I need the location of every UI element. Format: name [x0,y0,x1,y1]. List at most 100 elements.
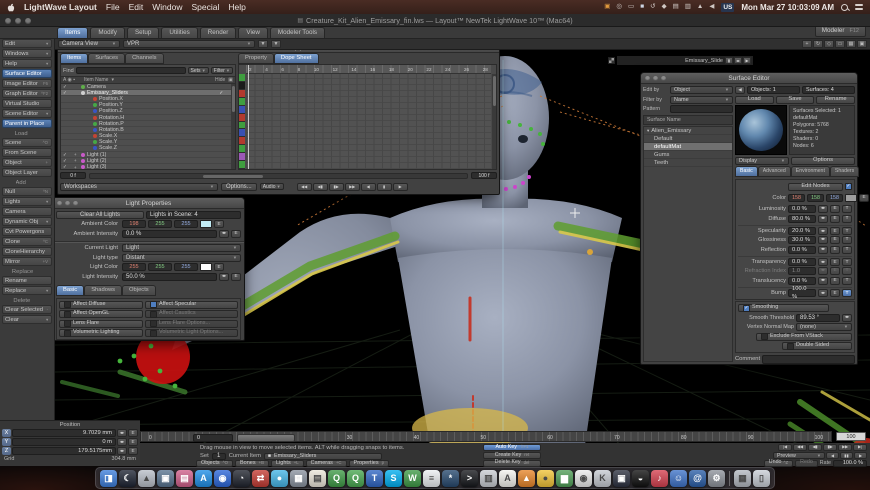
view-option-button[interactable]: ▼ [271,40,281,48]
rename-button[interactable]: Rename [816,96,855,104]
param-field[interactable]: 1.0 [788,267,816,275]
light-toggle-right[interactable]: Affect Caustics [145,310,238,318]
sidebar-item[interactable]: Load [2,130,52,137]
files-app-icon[interactable]: ▥ [480,470,497,487]
coordinate-field[interactable]: 0 m [12,438,116,446]
stepper-button[interactable]: ◂▸ [818,246,828,254]
stepper-button[interactable]: ◂▸ [117,429,127,437]
smooth-threshold-field[interactable]: 89.53 ° [796,314,840,322]
stepper-button[interactable]: ◂▸ [117,438,127,446]
visibility-check[interactable]: ✓ [63,152,72,158]
toolbar-tab[interactable]: Utilities [161,27,197,38]
expander-icon[interactable]: + [74,165,79,169]
param-field[interactable]: 0.0 % [788,246,816,254]
texture-button[interactable]: T [842,205,852,213]
shield-icon[interactable]: ◎ [616,0,622,14]
transport-button[interactable]: ▶▶ [345,183,360,191]
vertical-scrollbar[interactable] [492,74,496,169]
smoothing-toggle[interactable]: ✓ Smoothing [738,304,829,312]
stepper-button[interactable]: ◂▸ [818,236,828,244]
texture-button[interactable]: T [842,258,852,266]
auto-key-button[interactable]: Auto Key⇧F1 [483,444,541,451]
workspaces-dropdown[interactable]: Workspaces▼ [60,183,218,191]
panel-titlebar[interactable]: Light Properties [53,198,244,209]
app-badge-icon[interactable]: ▣ [604,0,610,14]
coordinate-field[interactable]: 9.7029 mm [12,429,116,437]
vertical-scrollbar[interactable] [231,84,235,169]
options-button[interactable]: Options... [221,183,257,191]
transport-button[interactable]: ◀◀ [793,444,807,451]
envelope-button[interactable]: E [214,263,224,271]
checkbox[interactable] [150,330,157,337]
volume-icon[interactable]: ◀ [709,0,714,14]
envelope-button[interactable]: E [830,215,840,223]
color-swatch[interactable] [845,194,857,202]
cyberduck-icon[interactable]: ● [537,470,554,487]
sidebar-item[interactable]: Camera [2,207,52,216]
vlc-icon[interactable]: ▲ [518,470,535,487]
key-cell[interactable] [239,161,245,169]
color-b-field[interactable]: 158 [826,194,843,202]
preview-dropdown[interactable]: Preview▼ [773,452,825,459]
transport-button[interactable]: ▶▶ [838,444,852,451]
light-b-field[interactable]: 255 [174,263,198,271]
transport-button[interactable]: ◀ [361,183,376,191]
surface-editor-tab[interactable]: Advanced [758,166,791,177]
light-type-dropdown[interactable]: Distant▼ [122,254,241,262]
param-field[interactable]: 80.0 % [788,215,816,223]
sidebar-item[interactable]: Graph Editor ^F2 [2,89,52,98]
keychain-icon[interactable]: K [594,470,611,487]
redo-button[interactable]: Redo [795,460,818,467]
sidebar-item[interactable]: Image Editor F6 [2,79,52,88]
scene-editor-tab[interactable]: Surfaces [88,53,125,64]
transport-button[interactable]: ◀▮ [808,444,822,451]
envelope-button[interactable]: E [231,273,241,281]
envelope-button[interactable]: E [128,447,138,455]
texture-button[interactable]: T [842,277,852,285]
transport-button[interactable]: ◀▮ [313,183,328,191]
bluetooth-icon[interactable]: ◆ [662,0,667,14]
stepper-button[interactable]: ◂▸ [219,230,229,238]
envelope-button[interactable]: E [830,227,840,235]
checkbox[interactable] [64,301,71,308]
messages-icon[interactable]: ● [271,470,288,487]
stepper-button[interactable]: ◂▸ [818,267,828,275]
sidebar-item[interactable]: Scene Editor ▼ [2,109,52,118]
toolbar-tab[interactable]: View [238,27,268,38]
checkbox[interactable] [150,301,157,308]
stepper-button[interactable]: ◂▸ [818,258,828,266]
start-frame-field[interactable]: 0 f [60,172,86,179]
envelope-button[interactable]: E [830,236,840,244]
param-field[interactable]: 0.0 % [788,205,816,213]
minimize-button[interactable] [653,76,658,81]
moon-app-icon[interactable]: ☾ [119,470,136,487]
color-wheel-icon[interactable]: ◉ [575,470,592,487]
audio-dropdown[interactable]: Audio▼ [260,183,284,190]
key-cell[interactable] [239,98,245,106]
contacts-icon[interactable]: ☺ [670,470,687,487]
ambient-color-swatch[interactable] [200,220,212,228]
stepper-button[interactable]: ◂▸ [219,273,229,281]
texture-button[interactable]: T [842,227,852,235]
playback-button[interactable]: ▶ [854,452,867,459]
transport-button[interactable]: |◀ [778,444,792,451]
image-viewer-icon[interactable]: ▦ [734,470,751,487]
transport-button[interactable]: ▮▶ [823,444,837,451]
stepper-button[interactable]: ◂▸ [818,205,828,213]
view-type-dropdown[interactable]: Camera View ▼ [58,40,120,48]
sidebar-item[interactable]: Clear Selected - [2,305,52,314]
documents-icon[interactable]: ≡ [423,470,440,487]
sync-app-icon[interactable]: ⇄ [252,470,269,487]
current-frame-field[interactable]: 0 [193,434,233,442]
key-cell[interactable] [239,145,245,153]
frame-ruler[interactable]: 246810121416182022242628 [246,65,491,74]
dope-sheet-grid[interactable] [246,74,491,169]
visibility-check[interactable]: ✓ [63,164,72,169]
color-r-field[interactable]: 158 [788,194,805,202]
clear-all-lights-button[interactable]: Clear All Lights [56,211,144,219]
swirl-app-icon[interactable]: @ [689,470,706,487]
load-button[interactable]: Load [735,96,774,104]
expander-icon[interactable]: + [74,158,79,163]
transport-button[interactable]: ▮▶ [329,183,344,191]
edit-nodes-button[interactable]: Edit Nodes [788,183,843,191]
